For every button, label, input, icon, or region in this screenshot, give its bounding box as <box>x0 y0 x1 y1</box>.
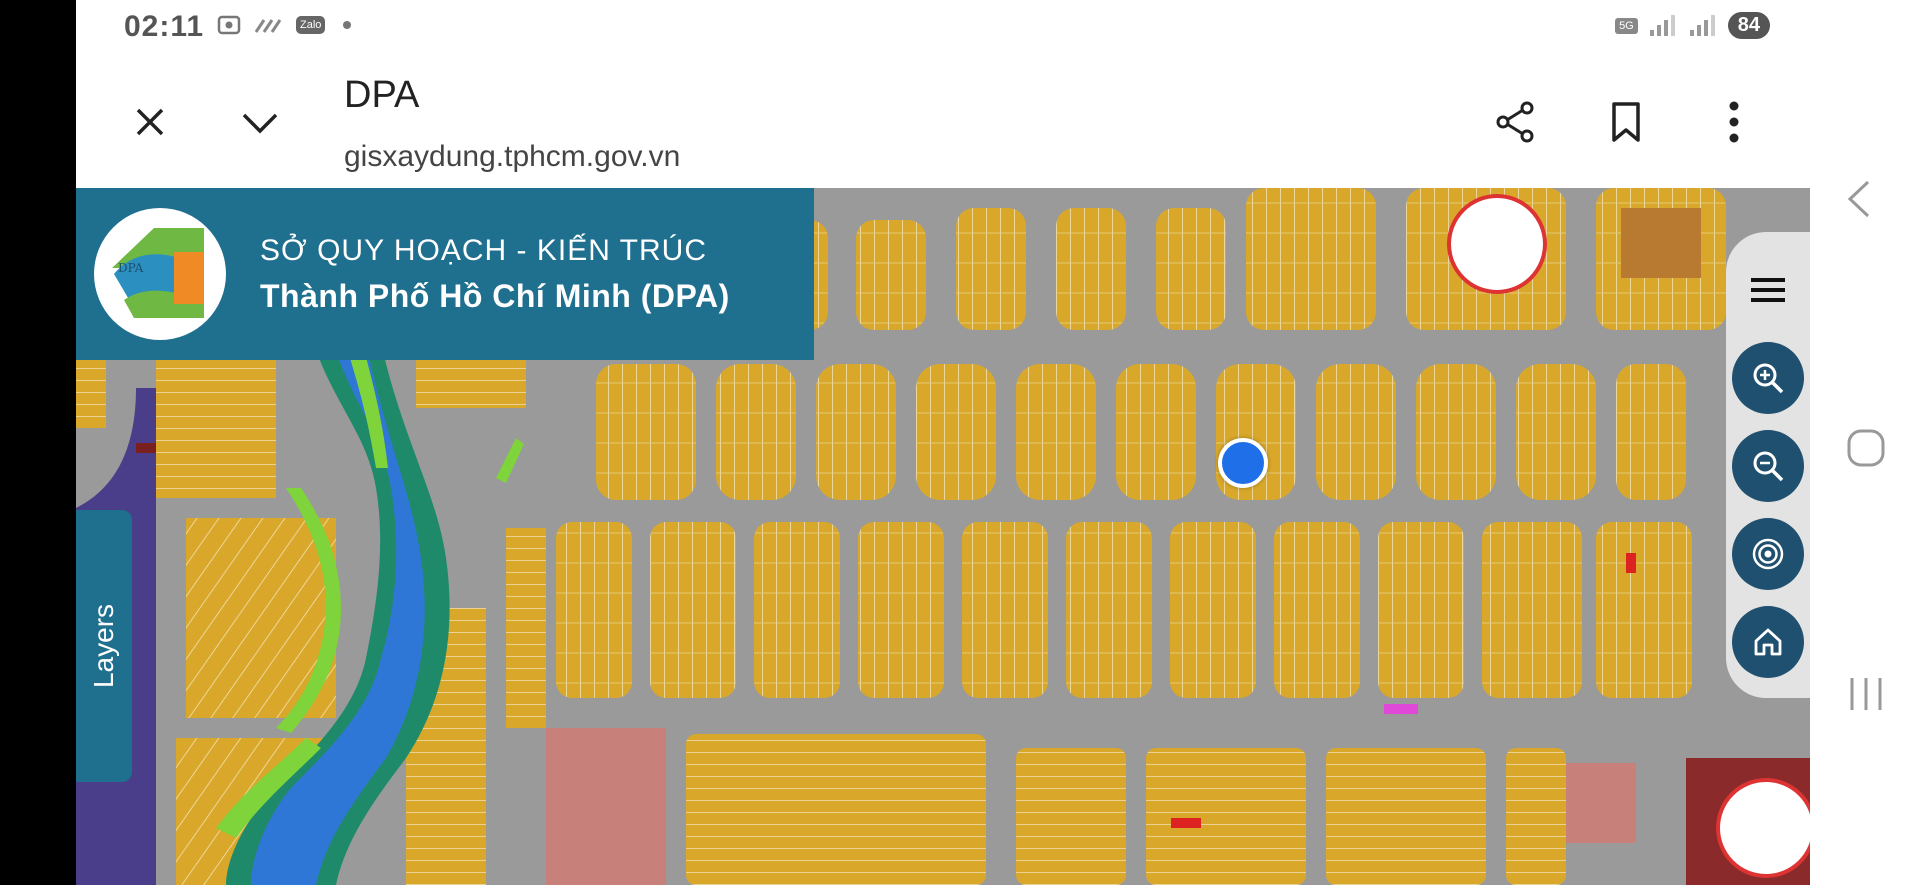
home-button[interactable] <box>1732 606 1804 678</box>
screen: 02:11 Zalo 5G 84 DPA gisxaydung.tphcm.go… <box>76 0 1810 885</box>
wifi-call-icon <box>254 19 282 33</box>
home-icon <box>1754 628 1782 656</box>
banner-city-line: Thành Phố Hồ Chí Minh (DPA) <box>260 278 730 314</box>
zoom-out-button[interactable] <box>1732 430 1804 502</box>
logo-text: DPA <box>118 261 144 275</box>
more-vertical-icon <box>1729 101 1739 143</box>
system-nav-bar <box>1810 0 1920 885</box>
back-icon <box>1847 180 1870 218</box>
dpa-logo-icon: DPA <box>112 228 204 318</box>
home-nav-icon <box>1847 429 1885 467</box>
screenshot-icon <box>217 15 241 35</box>
chevron-down-icon <box>242 113 278 134</box>
zalo-icon: Zalo <box>296 16 326 34</box>
left-bezel <box>0 0 76 885</box>
browser-bar: DPA gisxaydung.tphcm.gov.vn <box>76 58 1810 188</box>
share-button[interactable] <box>1486 92 1546 152</box>
battery-badge: 84 <box>1727 12 1770 39</box>
bookmark-button[interactable] <box>1596 92 1656 152</box>
current-location-marker <box>1218 438 1268 488</box>
map-tools-panel <box>1726 232 1810 698</box>
signal-icon-2 <box>1689 14 1715 36</box>
bookmark-icon <box>1612 102 1640 142</box>
status-right: 5G 84 <box>1615 12 1770 39</box>
dpa-banner: DPA SỞ QUY HOẠCH - KIẾN TRÚC Thành Phố H… <box>76 188 814 360</box>
phone-frame: 02:11 Zalo 5G 84 DPA gisxaydung.tphcm.go… <box>0 0 1810 885</box>
signal-icon <box>1649 14 1675 36</box>
home-nav-button[interactable] <box>1846 428 1886 473</box>
close-icon <box>136 108 164 136</box>
page-title: DPA <box>344 74 420 116</box>
locate-icon <box>1752 538 1784 570</box>
close-button[interactable] <box>120 92 180 152</box>
dpa-logo: DPA <box>94 208 226 340</box>
zoom-out-icon <box>1753 451 1784 482</box>
status-time: 02:11 <box>124 10 205 43</box>
more-options-button[interactable] <box>1704 92 1764 152</box>
zoom-in-icon <box>1753 363 1784 394</box>
locate-button[interactable] <box>1732 518 1804 590</box>
back-button[interactable] <box>1844 178 1874 225</box>
status-icons: Zalo <box>216 12 352 38</box>
collapse-button[interactable] <box>230 92 290 152</box>
status-bar: 02:11 Zalo 5G 84 <box>76 0 1810 58</box>
menu-icon <box>1751 278 1785 302</box>
network-badge: 5G <box>1615 17 1638 34</box>
dot-icon <box>343 21 352 29</box>
share-icon <box>1496 101 1534 143</box>
recents-button[interactable] <box>1846 676 1886 717</box>
recents-icon <box>1850 678 1882 710</box>
layers-tab[interactable]: Layers <box>76 510 132 782</box>
page-url: gisxaydung.tphcm.gov.vn <box>344 140 681 173</box>
zoom-in-button[interactable] <box>1732 342 1804 414</box>
banner-org-line: SỞ QUY HOẠCH - KIẾN TRÚC <box>260 234 708 267</box>
layers-label: Layers <box>88 603 120 689</box>
menu-button[interactable] <box>1740 262 1796 318</box>
